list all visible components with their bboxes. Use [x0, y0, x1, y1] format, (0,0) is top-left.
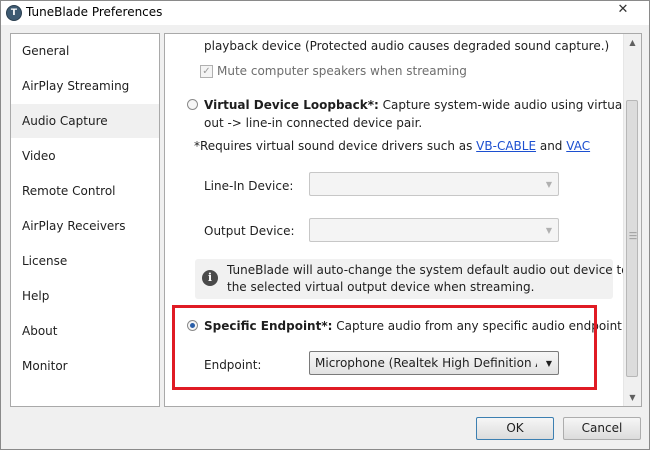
- sidebar-item-remote-control[interactable]: Remote Control: [11, 174, 159, 208]
- line-in-device-label: Line-In Device:: [204, 179, 294, 193]
- sidebar-item-airplay-streaming[interactable]: AirPlay Streaming: [11, 69, 159, 103]
- specific-endpoint-radio[interactable]: [187, 320, 198, 331]
- scroll-up-arrow-icon[interactable]: ▲: [624, 34, 641, 51]
- info-text-line2: the selected virtual output device when …: [227, 280, 535, 294]
- grip-icon: — — —: [629, 228, 637, 243]
- requires-and: and: [536, 139, 567, 153]
- virtual-loopback-title: Virtual Device Loopback*:: [204, 98, 379, 112]
- sidebar-item-general[interactable]: General: [11, 34, 159, 68]
- requires-prefix: *Requires virtual sound device drivers s…: [194, 139, 477, 153]
- playback-device-note: playback device (Protected audio causes …: [204, 39, 610, 53]
- endpoint-label: Endpoint:: [204, 358, 262, 372]
- info-icon: i: [202, 270, 218, 286]
- close-button[interactable]: ✕: [603, 1, 643, 19]
- chevron-down-icon: ▼: [545, 226, 552, 235]
- info-text-line1: TuneBlade will auto-change the system de…: [227, 263, 629, 277]
- close-icon: ✕: [617, 2, 629, 17]
- sidebar-item-video[interactable]: Video: [11, 139, 159, 173]
- cancel-button[interactable]: Cancel: [563, 417, 641, 440]
- preferences-window: T TuneBlade Preferences ✕ General AirPla…: [0, 0, 650, 450]
- audio-capture-panel: playback device (Protected audio causes …: [164, 33, 642, 407]
- chevron-down-icon: ▼: [545, 180, 552, 189]
- ok-button[interactable]: OK: [476, 417, 554, 440]
- sidebar-item-help[interactable]: Help: [11, 279, 159, 313]
- specific-endpoint-line: Specific Endpoint*: Capture audio from a…: [204, 319, 626, 333]
- mute-speakers-label: Mute computer speakers when streaming: [217, 64, 467, 78]
- scroll-down-arrow-icon[interactable]: ▼: [624, 389, 641, 406]
- sidebar-item-monitor[interactable]: Monitor: [11, 349, 159, 383]
- virtual-loopback-radio[interactable]: [187, 99, 198, 110]
- vb-cable-link[interactable]: VB-CABLE: [476, 139, 536, 153]
- requires-note: *Requires virtual sound device drivers s…: [194, 139, 590, 153]
- info-box: i TuneBlade will auto-change the system …: [195, 259, 629, 299]
- endpoint-value: Microphone (Realtek High Definition Audi…: [315, 356, 537, 370]
- virtual-loopback-desc2: out -> line-in connected device pair.: [204, 116, 423, 130]
- tuneblade-app-icon: T: [6, 5, 22, 21]
- output-device-label: Output Device:: [204, 224, 295, 238]
- sidebar-item-license[interactable]: License: [11, 244, 159, 278]
- line-in-device-select[interactable]: ▼: [309, 172, 559, 196]
- checkmark-icon: ✓: [202, 66, 211, 77]
- specific-endpoint-desc: Capture audio from any specific audio en…: [332, 319, 626, 333]
- window-title: TuneBlade Preferences: [26, 5, 163, 19]
- sidebar-item-about[interactable]: About: [11, 314, 159, 348]
- sidebar-item-airplay-receivers[interactable]: AirPlay Receivers: [11, 209, 159, 243]
- virtual-loopback-desc1: Capture system-wide audio using virtual …: [378, 98, 642, 112]
- virtual-loopback-line1: Virtual Device Loopback*: Capture system…: [204, 98, 642, 112]
- endpoint-select[interactable]: Microphone (Realtek High Definition Audi…: [309, 351, 559, 375]
- title-bar: T TuneBlade Preferences ✕: [1, 1, 649, 25]
- vac-link[interactable]: VAC: [566, 139, 590, 153]
- vertical-scrollbar[interactable]: ▲ — — — ▼: [623, 34, 641, 406]
- scrollbar-thumb[interactable]: — — —: [626, 100, 638, 377]
- chevron-down-icon: ▼: [545, 359, 552, 368]
- preferences-sidebar: General AirPlay Streaming Audio Capture …: [10, 33, 160, 407]
- sidebar-item-audio-capture[interactable]: Audio Capture: [11, 104, 159, 138]
- output-device-select[interactable]: ▼: [309, 218, 559, 242]
- mute-speakers-checkbox[interactable]: ✓: [200, 65, 213, 78]
- specific-endpoint-title: Specific Endpoint*:: [204, 319, 333, 333]
